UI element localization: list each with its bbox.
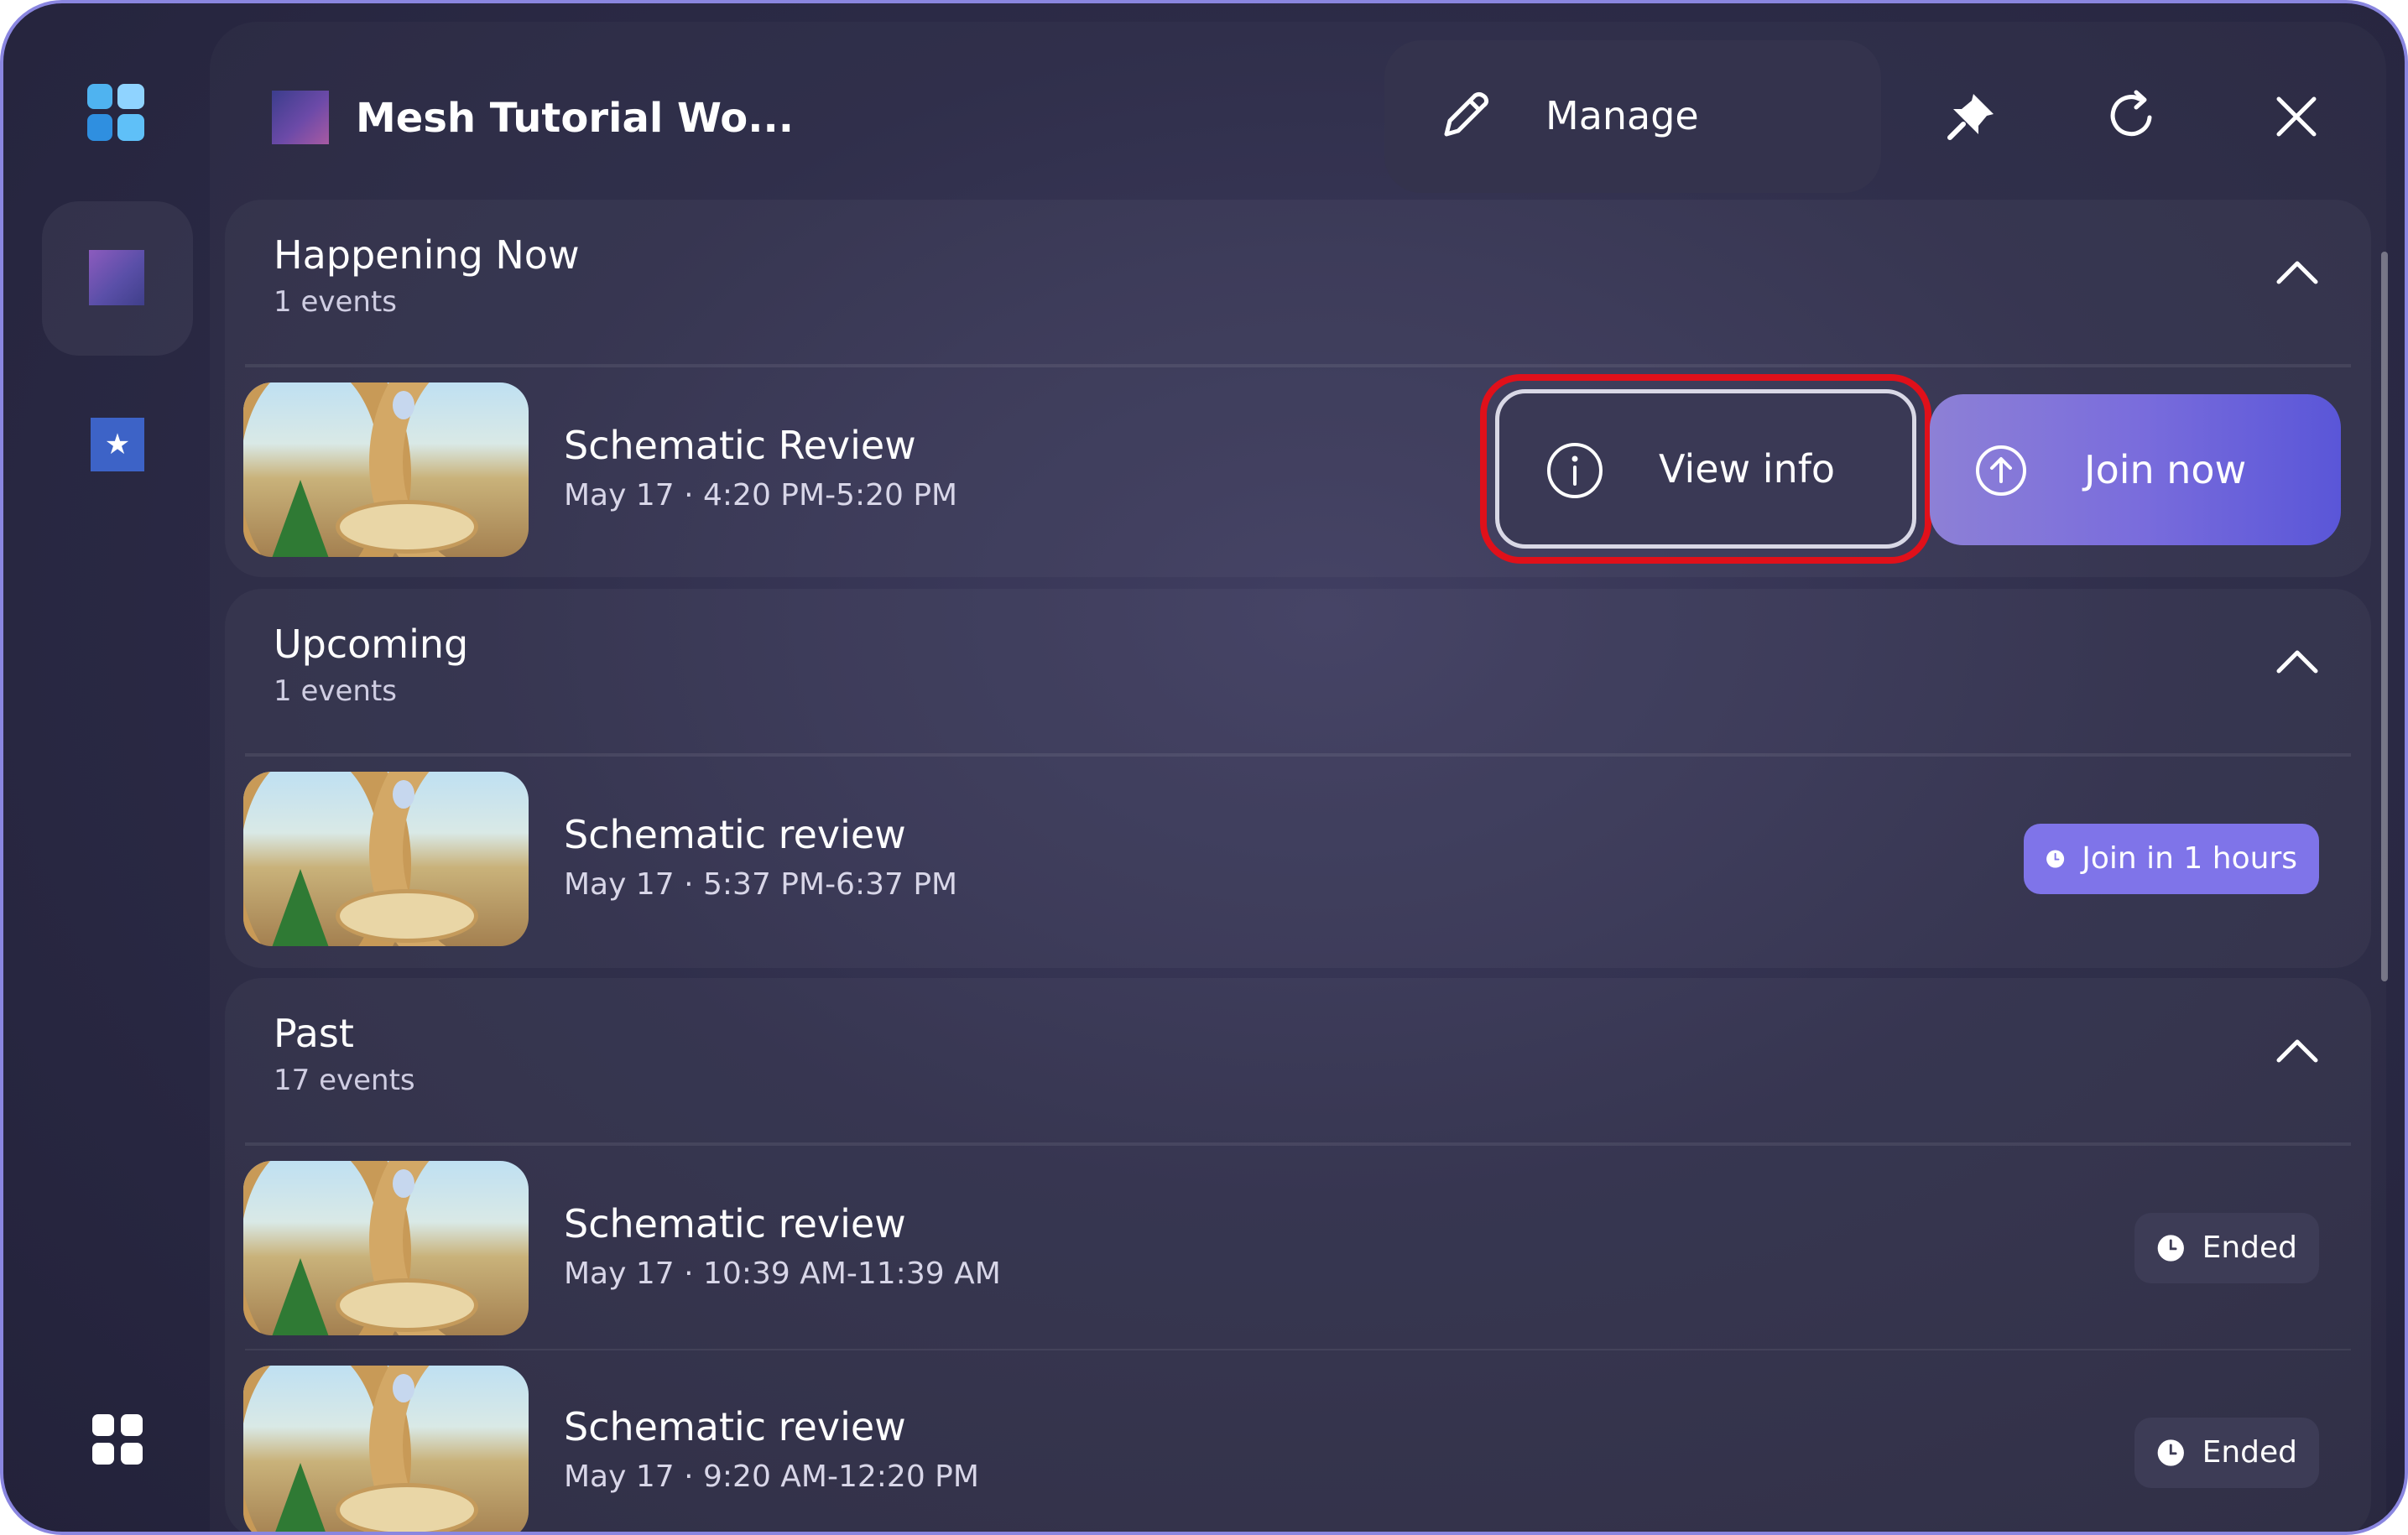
upcoming-section: Upcoming 1 events (225, 589, 2371, 968)
event-thumbnail (243, 382, 529, 557)
arrow-up-circle-icon (1976, 445, 2026, 496)
page-title: Mesh Tutorial Wo... (356, 95, 794, 142)
ended-badge: Ended (2134, 1418, 2319, 1488)
windows-grid-icon[interactable] (87, 84, 144, 141)
view-info-label: View info (1659, 446, 1836, 492)
status-label: Join in 1 hours (2082, 841, 2297, 876)
clock-icon (2046, 850, 2065, 868)
event-time: May 17 · 5:37 PM-6:37 PM (564, 867, 958, 902)
event-thumbnail (243, 1161, 529, 1335)
apps-icon[interactable] (92, 1414, 143, 1465)
status-label: Ended (2202, 1231, 2297, 1265)
manage-label: Manage (1545, 93, 1699, 138)
join-now-label: Join now (2084, 447, 2247, 492)
manage-button[interactable]: Manage (1384, 40, 1881, 193)
event-thumbnail (243, 772, 529, 946)
pencil-icon (1444, 91, 1489, 137)
app-window: ★ Mesh Tutorial Wo... Manage Happening N… (0, 0, 2408, 1535)
pin-icon[interactable] (1942, 87, 2000, 146)
row-divider (245, 1349, 2351, 1350)
event-title: Schematic Review (564, 423, 916, 468)
section-title: Upcoming (274, 622, 469, 667)
join-now-button[interactable]: Join now (1930, 394, 2341, 545)
left-rail: ★ (3, 3, 213, 1532)
past-section: Past 17 events (225, 978, 2371, 1532)
event-time: May 17 · 10:39 AM-11:39 AM (564, 1257, 1001, 1291)
workspace-thumbnail (89, 250, 144, 305)
event-thumbnail (243, 1366, 529, 1532)
star-icon[interactable]: ★ (91, 418, 144, 471)
ended-badge: Ended (2134, 1213, 2319, 1283)
event-time: May 17 · 4:20 PM-5:20 PM (564, 478, 958, 513)
event-title: Schematic review (564, 812, 906, 857)
chevron-up-icon[interactable] (2274, 1037, 2321, 1065)
section-count: 1 events (274, 674, 397, 708)
section-count: 17 events (274, 1064, 415, 1097)
chevron-up-icon[interactable] (2274, 258, 2321, 287)
divider (245, 753, 2351, 757)
divider (245, 364, 2351, 367)
close-icon[interactable] (2267, 87, 2326, 146)
section-title: Happening Now (274, 232, 580, 278)
status-label: Ended (2202, 1435, 2297, 1470)
event-time: May 17 · 9:20 AM-12:20 PM (564, 1460, 979, 1494)
clock-icon (2157, 1439, 2184, 1466)
view-info-button[interactable]: View info (1495, 389, 1916, 549)
event-title: Schematic review (564, 1201, 906, 1246)
info-icon (1547, 443, 1603, 498)
clock-icon (2157, 1235, 2184, 1262)
section-title: Past (274, 1011, 354, 1056)
chevron-up-icon[interactable] (2274, 648, 2321, 676)
workspace-tab[interactable] (42, 201, 193, 356)
divider (245, 1142, 2351, 1146)
event-title: Schematic review (564, 1404, 906, 1449)
scrollbar[interactable] (2381, 252, 2388, 981)
refresh-icon[interactable] (2103, 87, 2161, 146)
join-in-hours-button[interactable]: Join in 1 hours (2024, 824, 2319, 894)
section-count: 1 events (274, 285, 397, 319)
workspace-icon (272, 91, 329, 144)
